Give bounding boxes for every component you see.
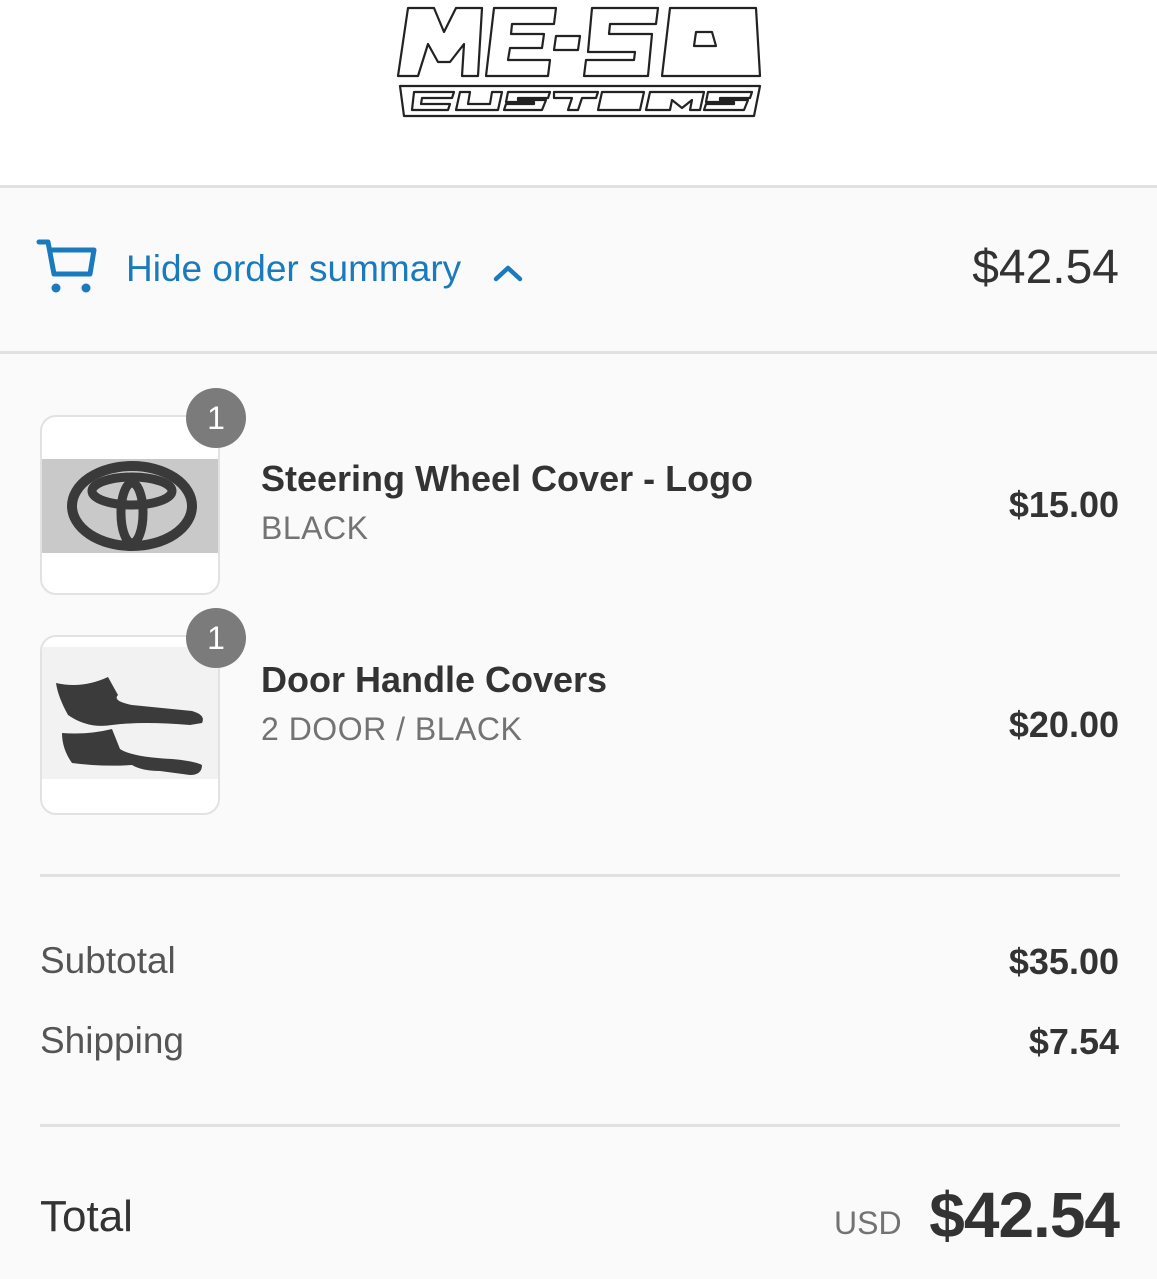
quantity-badge: 1 — [186, 608, 246, 668]
subtotal-label: Subtotal — [40, 940, 176, 981]
quantity-badge: 1 — [186, 388, 246, 448]
store-logo[interactable] — [394, 2, 766, 120]
door-handle-covers-image — [42, 647, 218, 779]
checkout-header — [0, 0, 1157, 188]
product-variant: BLACK — [261, 510, 369, 546]
total-label: Total — [40, 1192, 133, 1241]
product-thumbnail — [40, 635, 220, 815]
product-price: $15.00 — [1008, 484, 1119, 525]
cart-icon[interactable] — [36, 236, 98, 296]
hide-order-summary-link[interactable]: Hide order summary — [126, 248, 461, 290]
product-name: Door Handle Covers — [261, 659, 608, 700]
product-name: Steering Wheel Cover - Logo — [261, 458, 754, 499]
subtotal-value: $35.00 — [1008, 941, 1119, 982]
section-divider — [40, 1124, 1120, 1127]
product-variant: 2 DOOR / BLACK — [261, 711, 523, 747]
product-thumbnail — [40, 415, 220, 595]
section-divider — [40, 874, 1120, 877]
shipping-value: $7.54 — [1028, 1021, 1119, 1062]
product-price: $20.00 — [1008, 704, 1119, 745]
currency-code: USD — [834, 1205, 902, 1241]
total-value: $42.54 — [929, 1179, 1120, 1251]
summary-toggle-total: $42.54 — [972, 241, 1119, 294]
steering-wheel-logo-image — [42, 459, 218, 553]
shipping-label: Shipping — [40, 1020, 185, 1061]
chevron-up-icon[interactable] — [492, 262, 524, 284]
